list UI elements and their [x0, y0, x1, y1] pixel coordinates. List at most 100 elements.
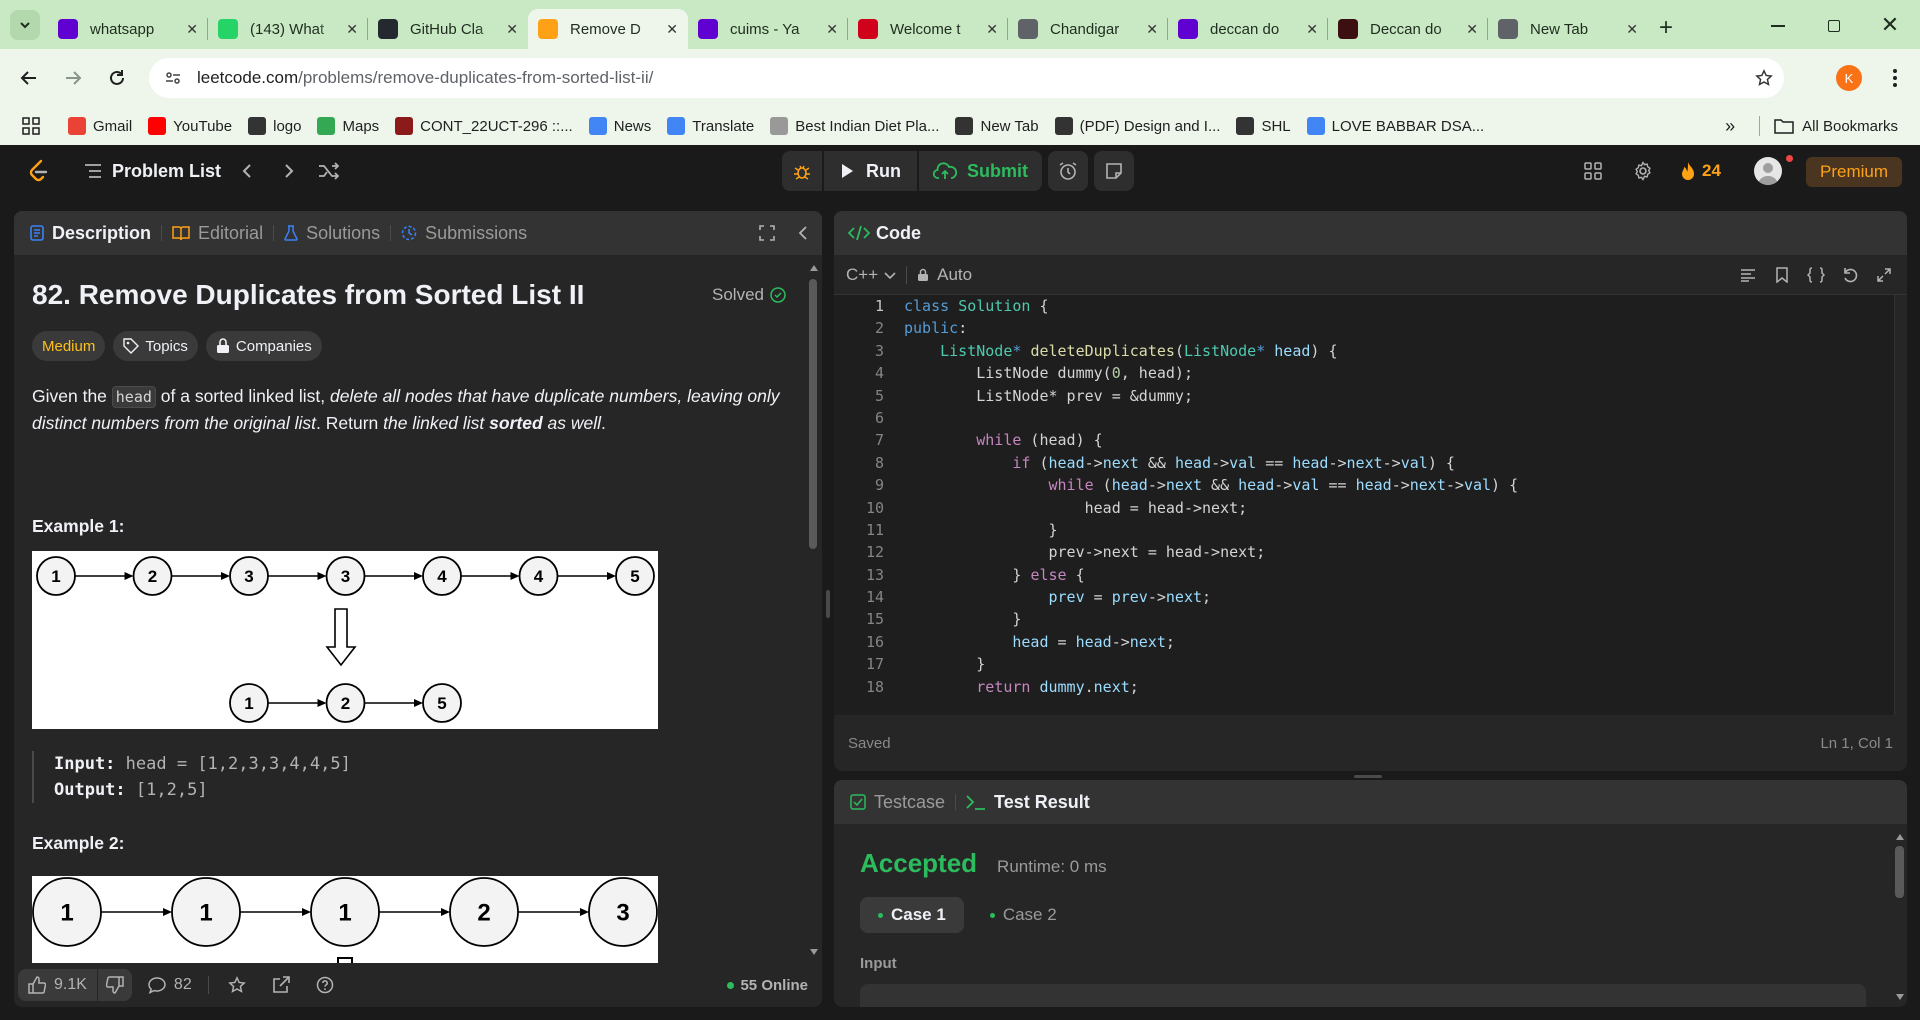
close-tab-icon[interactable]: ✕: [506, 21, 518, 38]
tab-description[interactable]: Description: [30, 223, 151, 244]
settings-button[interactable]: [1630, 159, 1656, 183]
streak-counter[interactable]: 24: [1680, 159, 1721, 183]
auto-mode-toggle[interactable]: Auto: [917, 265, 972, 285]
fullscreen-button[interactable]: [754, 225, 780, 241]
bookmark-item[interactable]: New Tab: [955, 117, 1039, 135]
expand-icon: [759, 225, 775, 241]
companies-button[interactable]: Companies: [205, 331, 322, 361]
bookmark-star-button[interactable]: [1744, 69, 1784, 87]
format-button[interactable]: [1731, 268, 1765, 282]
collapse-panel-button[interactable]: [790, 225, 816, 241]
back-button[interactable]: [14, 63, 44, 93]
reset-code-button[interactable]: [1833, 267, 1867, 283]
problem-list-button[interactable]: Problem List: [84, 159, 221, 183]
bookmark-code-button[interactable]: [1765, 266, 1799, 283]
close-tab-icon[interactable]: ✕: [826, 21, 838, 38]
braces-button[interactable]: [1799, 266, 1833, 283]
close-tab-icon[interactable]: ✕: [1466, 21, 1478, 38]
bookmark-item[interactable]: logo: [248, 117, 301, 135]
new-tab-button[interactable]: +: [1652, 14, 1680, 42]
browser-tab[interactable]: deccan do ✕: [1168, 9, 1328, 49]
browser-tab[interactable]: Chandigar ✕: [1008, 9, 1168, 49]
tab-solutions[interactable]: Solutions: [284, 223, 380, 244]
browser-tab[interactable]: New Tab ✕: [1488, 9, 1648, 49]
bookmark-item[interactable]: LOVE BABBAR DSA...: [1306, 117, 1484, 135]
close-tab-icon[interactable]: ✕: [986, 21, 998, 38]
bookmark-item[interactable]: (PDF) Design and I...: [1054, 117, 1220, 135]
browser-tab[interactable]: (143) What ✕: [208, 9, 368, 49]
premium-button[interactable]: Premium: [1806, 157, 1903, 187]
restore-button[interactable]: [1814, 14, 1854, 38]
code-editor[interactable]: 1 2 3 4 5 6 7 8 9 10 11 12 13 14 15 16 17 18 class Soluti…: [834, 295, 1894, 715]
debug-button[interactable]: [782, 151, 822, 191]
language-select[interactable]: C++: [846, 265, 896, 285]
arrow-head: [302, 908, 311, 916]
next-problem-button[interactable]: [278, 159, 300, 183]
close-tab-icon[interactable]: ✕: [346, 21, 358, 38]
like-button[interactable]: 9.1K: [18, 969, 97, 1001]
profile-avatar[interactable]: K: [1836, 65, 1862, 91]
submit-button[interactable]: Submit: [919, 151, 1042, 191]
list-icon: [85, 164, 101, 178]
forward-button[interactable]: [58, 63, 88, 93]
result-scrollbar[interactable]: [1892, 824, 1907, 1007]
browser-tab[interactable]: whatsapp ✕: [48, 9, 208, 49]
dislike-button[interactable]: [97, 969, 132, 1001]
browser-tab[interactable]: cuims - Ya ✕: [688, 9, 848, 49]
close-tab-icon[interactable]: ✕: [1146, 21, 1158, 38]
close-tab-icon[interactable]: ✕: [1306, 21, 1318, 38]
tab-editorial[interactable]: Editorial: [172, 223, 263, 244]
tab-search-button[interactable]: [10, 10, 40, 40]
tab-submissions[interactable]: Submissions: [401, 223, 527, 244]
omnibox[interactable]: leetcode.com/problems/remove-duplicates-…: [149, 58, 1784, 98]
layout-button[interactable]: [1580, 159, 1606, 183]
timer-button[interactable]: [1048, 151, 1088, 191]
bookmark-item[interactable]: CONT_22UCT-296 ::...: [395, 117, 573, 135]
tab-test-result[interactable]: Test Result: [966, 792, 1090, 813]
bookmark-item[interactable]: Translate: [667, 117, 754, 135]
browser-tab[interactable]: Remove D ✕: [528, 9, 688, 49]
case-1-tab[interactable]: Case 1: [860, 897, 964, 933]
browser-tab[interactable]: GitHub Cla ✕: [368, 9, 528, 49]
comments-button[interactable]: 82: [148, 976, 192, 994]
site-info-icon[interactable]: [149, 69, 197, 87]
description-scrollbar[interactable]: [806, 255, 820, 963]
random-problem-button[interactable]: [316, 159, 342, 183]
minimize-button[interactable]: [1758, 14, 1798, 38]
share-button[interactable]: [269, 976, 293, 994]
browser-tab[interactable]: Deccan do ✕: [1328, 9, 1488, 49]
close-window-button[interactable]: ✕: [1870, 12, 1910, 38]
apps-icon[interactable]: [22, 117, 40, 135]
close-tab-icon[interactable]: ✕: [666, 21, 678, 38]
bookmark-item[interactable]: Maps: [317, 117, 379, 135]
reload-button[interactable]: [102, 63, 132, 93]
all-bookmarks-button[interactable]: All Bookmarks: [1774, 118, 1898, 135]
note-icon: [1106, 163, 1122, 179]
close-tab-icon[interactable]: ✕: [186, 21, 198, 38]
browser-tab[interactable]: Welcome t ✕: [848, 9, 1008, 49]
bookmark-item[interactable]: Gmail: [68, 117, 132, 135]
bookmark-item[interactable]: News: [588, 117, 651, 135]
tab-testcase[interactable]: Testcase: [850, 792, 945, 813]
bookmark-item[interactable]: SHL: [1236, 117, 1291, 135]
tab-test-result-label: Test Result: [994, 791, 1090, 812]
bookmark-item[interactable]: Best Indian Diet Pla...: [770, 117, 939, 135]
notes-button[interactable]: [1094, 151, 1134, 191]
topics-button[interactable]: Topics: [113, 331, 198, 361]
user-avatar[interactable]: [1754, 157, 1782, 185]
vertical-resize-handle[interactable]: [826, 590, 830, 618]
horizontal-resize-handle[interactable]: [1354, 775, 1382, 778]
leetcode-logo-icon[interactable]: [28, 159, 48, 183]
close-tab-icon[interactable]: ✕: [1626, 21, 1638, 38]
tab-separator: [367, 18, 368, 40]
case-2-tab[interactable]: Case 2: [972, 897, 1075, 933]
run-button[interactable]: Run: [824, 151, 917, 191]
favorite-button[interactable]: [225, 976, 249, 994]
prev-problem-button[interactable]: [236, 159, 258, 183]
help-button[interactable]: [313, 976, 337, 994]
editor-scrollbar[interactable]: [1894, 295, 1907, 715]
more-bookmarks-button[interactable]: »: [1725, 116, 1735, 137]
maximize-editor-button[interactable]: [1867, 267, 1901, 282]
bookmark-item[interactable]: YouTube: [148, 117, 232, 135]
browser-menu-button[interactable]: [1880, 63, 1910, 93]
